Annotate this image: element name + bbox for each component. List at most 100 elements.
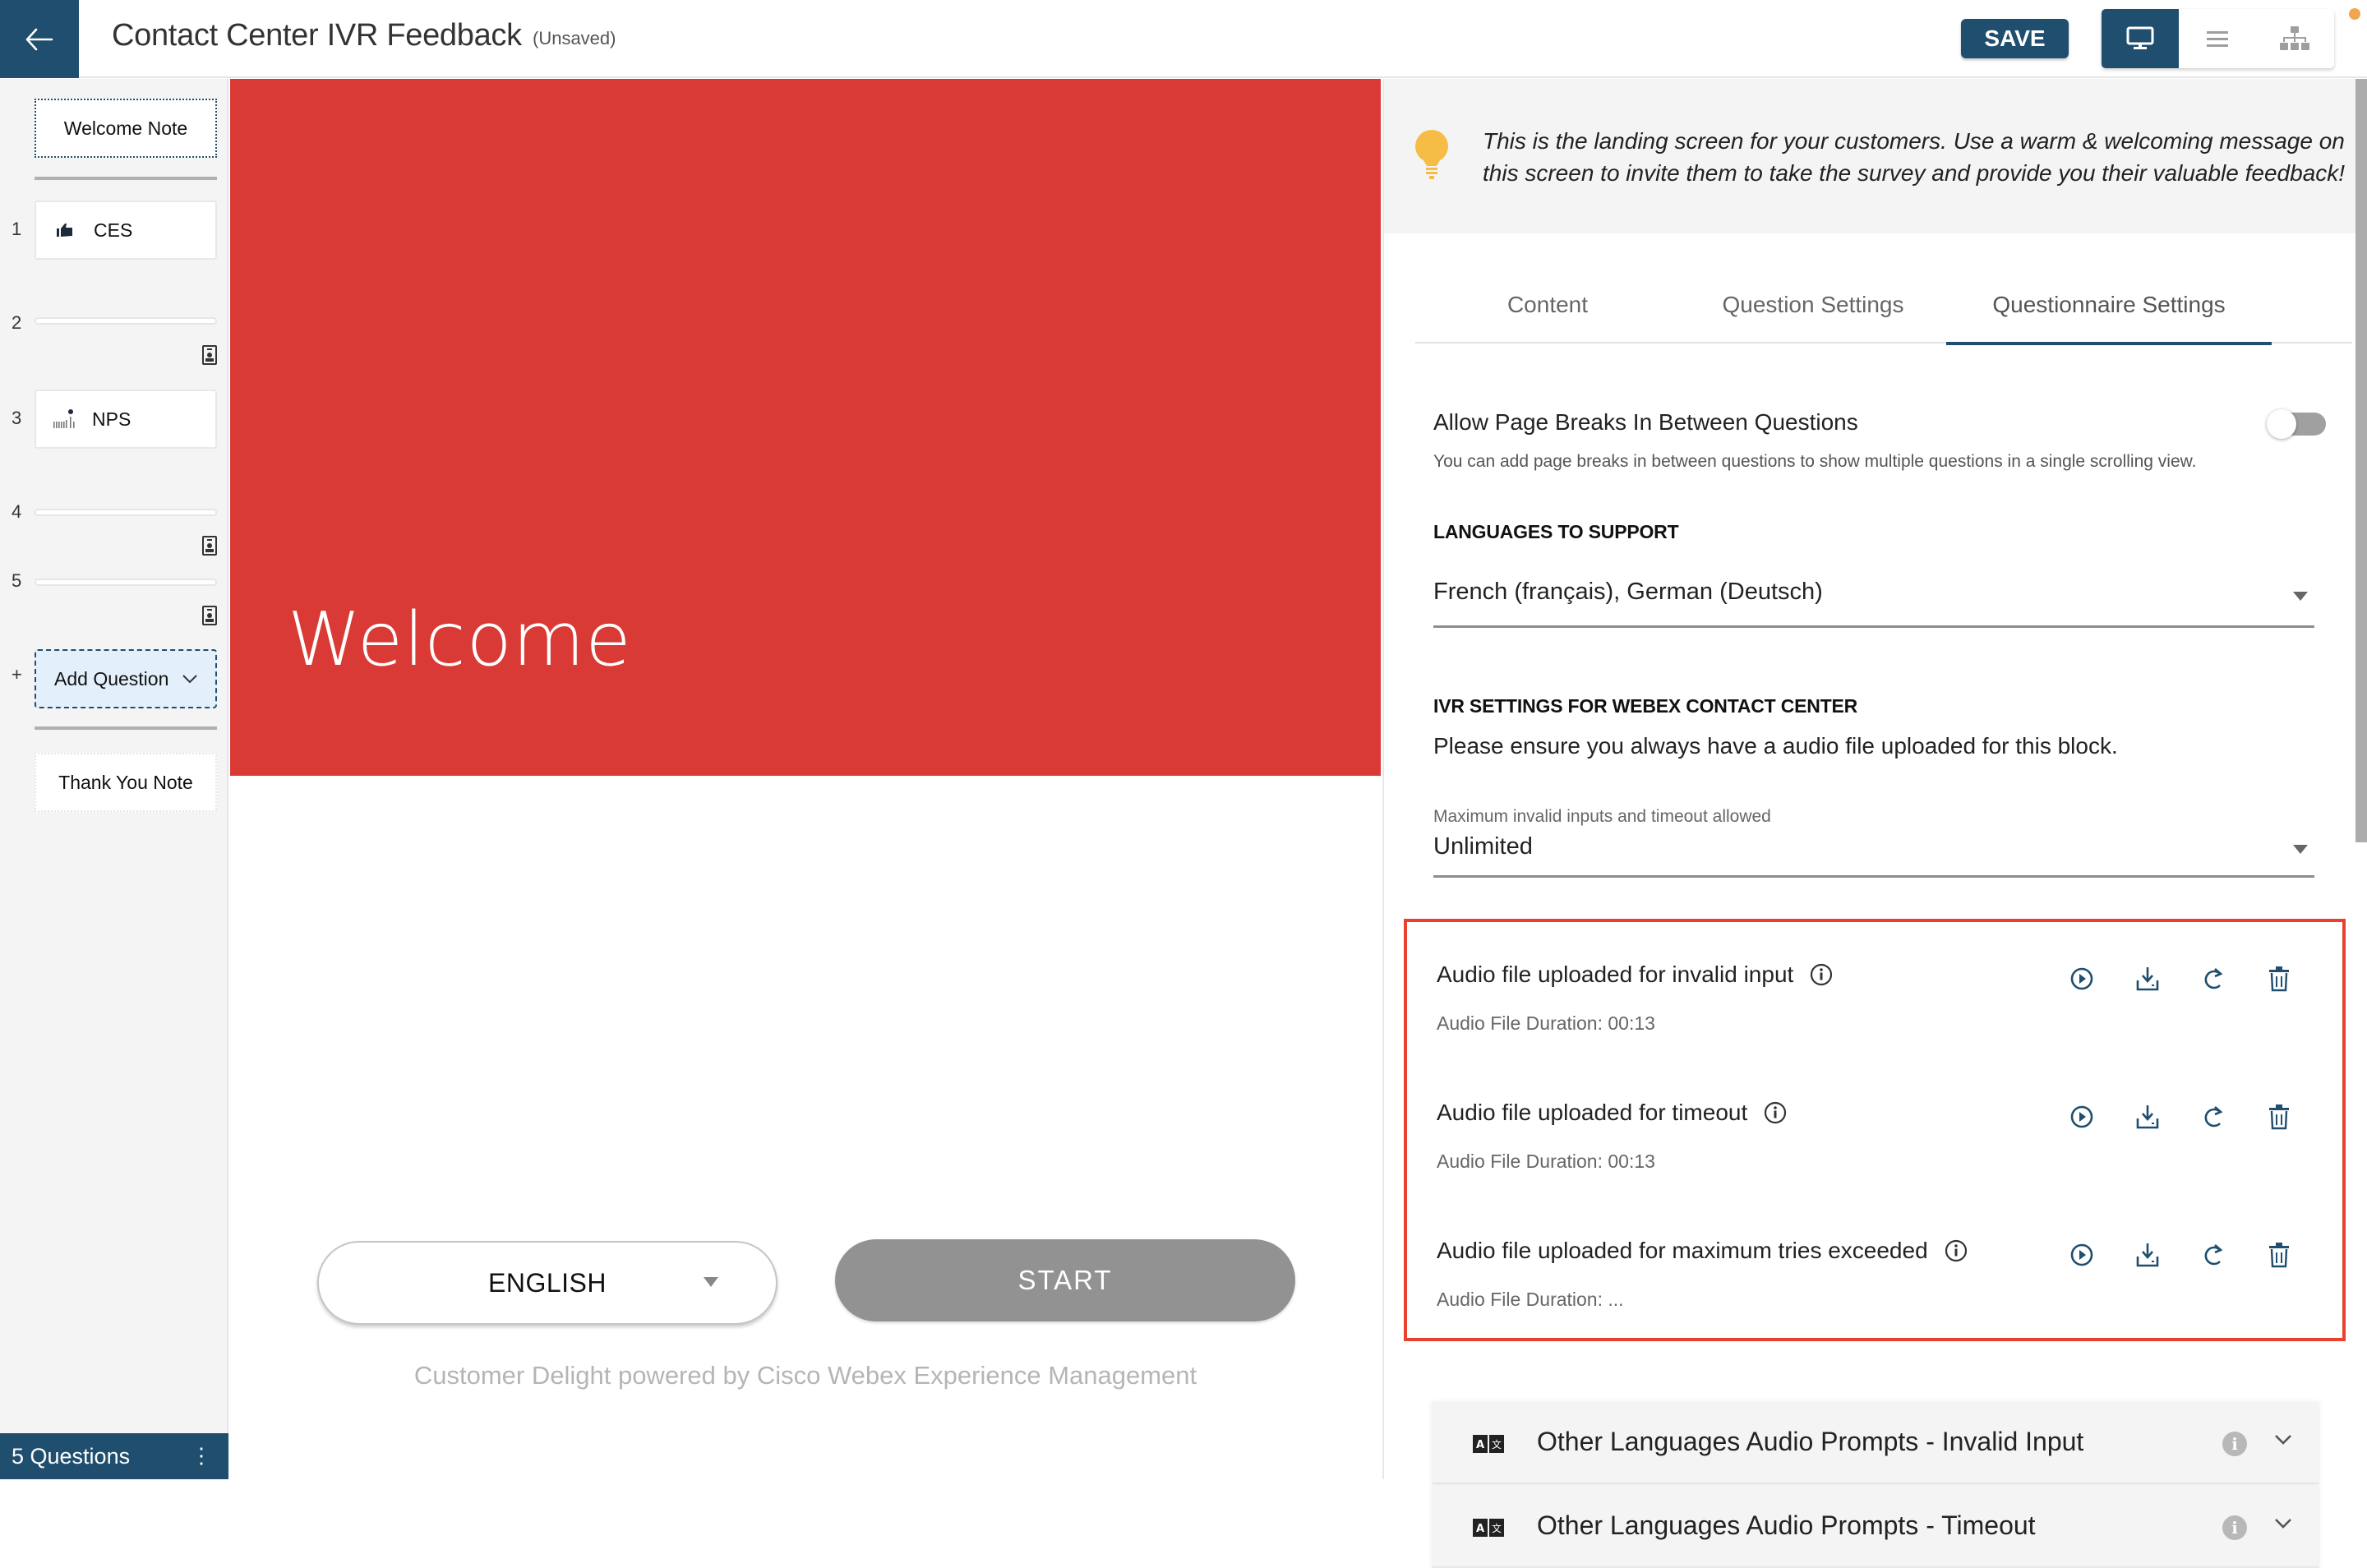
question-card-ces[interactable]: CES — [35, 201, 217, 260]
divider — [35, 726, 217, 730]
accordion-invalid-input[interactable]: A文 Other Languages Audio Prompts - Inval… — [1432, 1402, 2319, 1484]
save-status: (Unsaved) — [533, 28, 616, 48]
question-card-2[interactable] — [35, 317, 217, 325]
languages-heading: LANGUAGES TO SUPPORT — [1433, 521, 1679, 542]
download-icon[interactable] — [2135, 1103, 2160, 1131]
welcome-note-label: Welcome Note — [63, 117, 188, 139]
info-icon[interactable] — [1810, 963, 1833, 986]
chevron-down-icon — [182, 675, 198, 684]
download-icon[interactable] — [2135, 1241, 2160, 1269]
accordion-title: Other Languages Audio Prompts - Invalid … — [1537, 1427, 2084, 1456]
audio-duration: Audio File Duration: 00:13 — [1437, 1012, 1655, 1034]
audio-duration: Audio File Duration: ... — [1437, 1289, 1624, 1310]
question-sidebar: Welcome Note 1 CES 2 3 NPS 4 5 + Add Que… — [0, 79, 228, 1479]
lightbulb-icon — [1415, 130, 1448, 179]
translate-icon: A文 — [1473, 1435, 1504, 1453]
settings-scrollbar[interactable] — [2355, 79, 2367, 842]
accordion-timeout[interactable]: A文 Other Languages Audio Prompts - Timeo… — [1432, 1486, 2319, 1568]
page-breaks-description: You can add page breaks in between quest… — [1433, 452, 2197, 471]
info-icon[interactable]: i — [2222, 1432, 2247, 1456]
tab-label: Question Settings — [1722, 292, 1904, 317]
list-view-button[interactable] — [2179, 9, 2256, 68]
ivr-heading: IVR SETTINGS FOR WEBEX CONTACT CENTER — [1433, 695, 1858, 717]
thank-you-note-card[interactable]: Thank You Note — [35, 753, 217, 812]
max-invalid-value: Unlimited — [1433, 833, 1533, 860]
question-number: 1 — [12, 219, 22, 239]
start-button[interactable]: START — [835, 1239, 1295, 1321]
nps-icon — [53, 409, 75, 428]
desktop-preview-button[interactable] — [2102, 9, 2179, 68]
question-count-bar: 5 Questions ⋮ — [0, 1433, 228, 1479]
chevron-down-icon[interactable] — [2273, 1517, 2293, 1530]
question-number: 4 — [12, 501, 22, 522]
trash-icon[interactable] — [2267, 1241, 2291, 1269]
survey-preview: Welcome ENGLISH START Customer Delight p… — [230, 79, 1381, 1479]
question-card-nps[interactable]: NPS — [35, 390, 217, 449]
monitor-icon — [2126, 26, 2154, 49]
powered-by-text: Customer Delight powered by Cisco Webex … — [413, 1361, 1197, 1390]
trash-icon[interactable] — [2267, 965, 2291, 993]
languages-value: French (français), German (Deutsch) — [1433, 579, 1823, 605]
language-value: ENGLISH — [488, 1267, 607, 1298]
question-count: 5 Questions — [12, 1443, 131, 1469]
thumbs-up-icon — [57, 224, 72, 237]
contact-card-icon[interactable] — [202, 606, 217, 625]
audio-file-title: Audio file uploaded for timeout — [1437, 1100, 1748, 1125]
info-icon[interactable] — [1945, 1239, 1968, 1262]
tip-banner: This is the landing screen for your cust… — [1384, 79, 2357, 233]
tab-content[interactable]: Content — [1415, 266, 1680, 344]
language-select[interactable]: ENGLISH — [317, 1241, 777, 1325]
accordion-title: Other Languages Audio Prompts - Timeout — [1537, 1510, 2036, 1540]
question-label: NPS — [92, 408, 132, 430]
audio-file-row: Audio file uploaded for timeout Audio Fi… — [1407, 1100, 2342, 1198]
save-button[interactable]: SAVE — [1961, 19, 2069, 58]
tip-text: This is the landing screen for your cust… — [1483, 128, 2346, 186]
tab-label: Content — [1506, 292, 1589, 317]
tab-questionnaire-settings[interactable]: Questionnaire Settings — [1946, 266, 2272, 345]
back-button[interactable] — [0, 0, 79, 78]
audio-file-title: Audio file uploaded for invalid input — [1437, 962, 1794, 987]
caret-down-icon — [704, 1277, 718, 1287]
svg-text:文: 文 — [1492, 1438, 1502, 1450]
arrow-left-icon — [25, 28, 53, 50]
flow-view-button[interactable] — [2256, 9, 2333, 68]
question-card-5[interactable] — [35, 579, 217, 586]
replace-icon[interactable] — [2201, 965, 2226, 993]
page-breaks-title: Allow Page Breaks In Between Questions — [1433, 409, 1858, 435]
info-icon[interactable]: i — [2222, 1515, 2247, 1540]
audio-actions — [2069, 1103, 2291, 1131]
contact-card-icon[interactable] — [202, 536, 217, 556]
play-icon[interactable] — [2069, 965, 2094, 993]
welcome-note-card[interactable]: Welcome Note — [35, 99, 217, 158]
tab-question-settings[interactable]: Question Settings — [1680, 266, 1946, 344]
download-icon[interactable] — [2135, 965, 2160, 993]
svg-text:A: A — [1476, 1523, 1484, 1535]
welcome-title: Welcome — [288, 597, 632, 683]
replace-icon[interactable] — [2201, 1241, 2226, 1269]
audio-title-wrap: Audio file uploaded for invalid input — [1437, 962, 1833, 988]
play-icon[interactable] — [2069, 1103, 2094, 1131]
hierarchy-icon — [2280, 26, 2309, 50]
page-breaks-toggle[interactable] — [2267, 409, 2326, 439]
replace-icon[interactable] — [2201, 1103, 2226, 1131]
add-icon: + — [12, 664, 22, 685]
page-title: Contact Center IVR Feedback — [112, 18, 522, 53]
info-icon[interactable] — [1764, 1101, 1787, 1124]
trash-icon[interactable] — [2267, 1103, 2291, 1131]
audio-actions — [2069, 965, 2291, 993]
list-icon — [2207, 31, 2228, 47]
question-label: CES — [94, 219, 133, 241]
play-icon[interactable] — [2069, 1241, 2094, 1269]
more-vertical-icon[interactable]: ⋮ — [191, 1443, 212, 1469]
add-question-button[interactable]: Add Question — [35, 649, 217, 708]
caret-down-icon — [2293, 845, 2308, 854]
languages-select[interactable]: French (français), German (Deutsch) — [1433, 579, 2314, 628]
question-card-4[interactable] — [35, 509, 217, 516]
max-invalid-label: Maximum invalid inputs and timeout allow… — [1433, 807, 1771, 826]
contact-card-icon[interactable] — [202, 345, 217, 365]
max-invalid-select[interactable]: Unlimited — [1433, 833, 2314, 878]
settings-panel: This is the landing screen for your cust… — [1382, 79, 2357, 1568]
audio-duration: Audio File Duration: 00:13 — [1437, 1151, 1655, 1172]
chevron-down-icon[interactable] — [2273, 1433, 2293, 1446]
view-toggle — [2102, 9, 2334, 68]
